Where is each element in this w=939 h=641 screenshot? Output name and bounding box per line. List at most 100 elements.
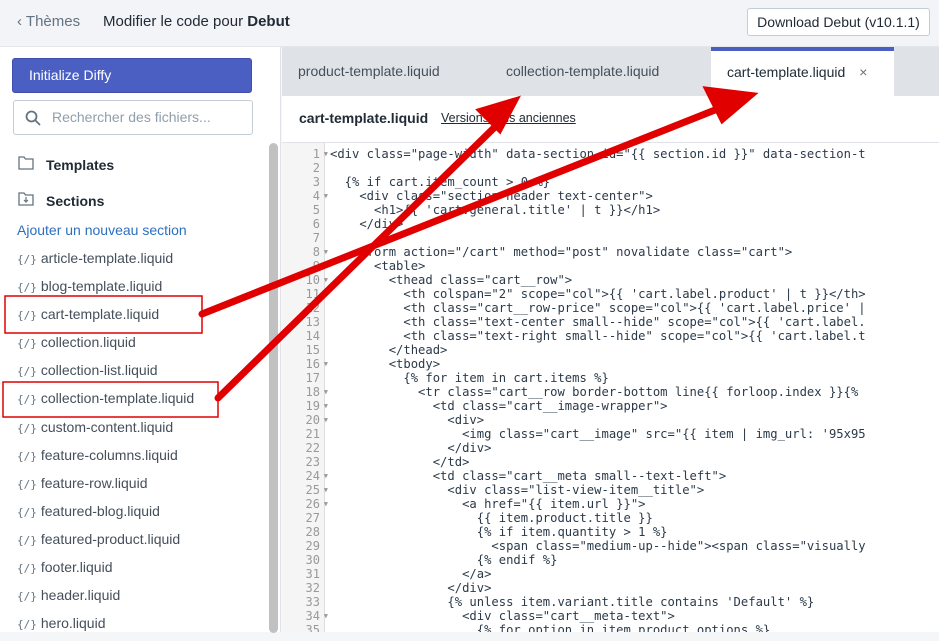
fold-arrow-icon[interactable]: ▼ (324, 483, 328, 497)
line-number: 10 ▼ (305, 273, 328, 287)
file-item[interactable]: {/} collection.liquid (17, 332, 194, 360)
file-item[interactable]: {/} cart-template.liquid (17, 304, 194, 332)
code-line: <tr class="cart__row border-bottom line{… (330, 385, 859, 399)
liquid-file-icon: {/} (17, 309, 37, 323)
tab-cart-template[interactable]: cart-template.liquid × (711, 47, 894, 96)
title-prefix: Modifier le code pour (103, 13, 248, 30)
line-number: 23 (305, 455, 320, 469)
code-line: </td> (330, 455, 470, 469)
code-line: <a href="{{ item.url }}"> (330, 497, 646, 511)
line-number: 4 ▼ (312, 189, 328, 203)
liquid-file-icon: {/} (17, 533, 37, 547)
add-section-link[interactable]: Ajouter un nouveau section (17, 222, 187, 238)
liquid-file-icon: {/} (17, 505, 37, 519)
code-line: </a> (330, 567, 492, 581)
code-line: <td class="cart__meta small--text-left"> (330, 469, 727, 483)
code-line: <h1>{{ 'cart.general.title' | t }}</h1> (330, 203, 661, 217)
close-icon[interactable]: × (859, 64, 867, 80)
code-line: </div> (330, 441, 492, 455)
file-item[interactable]: {/} hero.liquid (17, 613, 194, 641)
back-to-themes-link[interactable]: ‹ Thèmes (17, 13, 80, 30)
file-item[interactable]: {/} collection-list.liquid (17, 360, 194, 388)
liquid-file-icon: {/} (17, 618, 37, 632)
file-item[interactable]: {/} header.liquid (17, 585, 194, 613)
code-line: <td class="cart__image-wrapper"> (330, 399, 668, 413)
line-number: 26 ▼ (305, 497, 328, 511)
file-item[interactable]: {/} footer.liquid (17, 557, 194, 585)
file-item[interactable]: {/} featured-blog.liquid (17, 501, 194, 529)
folder-sections[interactable]: Sections (18, 192, 105, 209)
fold-arrow-icon[interactable]: ▼ (324, 469, 328, 483)
file-sidebar: Initialize Diffy Rechercher des fichiers… (0, 47, 281, 633)
liquid-file-icon: {/} (17, 590, 37, 604)
code-line: <th class="cart__row-price" scope="col">… (330, 301, 866, 315)
code-line: <div> (330, 413, 485, 427)
file-search-input[interactable]: Rechercher des fichiers... (13, 100, 253, 135)
tab-product-template[interactable]: product-template.liquid (298, 47, 440, 96)
file-item[interactable]: {/} blog-template.liquid (17, 276, 194, 304)
line-number: 21 (305, 427, 320, 441)
search-placeholder: Rechercher des fichiers... (52, 109, 211, 125)
code-line: <img class="cart__image" src="{{ item | … (330, 427, 866, 441)
editor-filename: cart-template.liquid (299, 110, 429, 126)
line-number: 34 ▼ (305, 609, 328, 623)
liquid-file-icon: {/} (17, 393, 37, 407)
fold-arrow-icon[interactable]: ▼ (324, 259, 328, 273)
code-line: <th class="text-right small--hide" scope… (330, 329, 866, 343)
fold-arrow-icon[interactable]: ▼ (324, 147, 328, 161)
back-label: Thèmes (25, 13, 81, 30)
initialize-diffy-button[interactable]: Initialize Diffy (12, 58, 252, 93)
file-label: header.liquid (40, 587, 121, 604)
file-label: featured-blog.liquid (40, 502, 160, 519)
file-label: collection.liquid (40, 334, 136, 351)
older-versions-link[interactable]: Versions plus anciennes (441, 111, 576, 125)
line-number: 1 ▼ (312, 147, 328, 161)
line-number: 17 (305, 371, 320, 385)
fold-arrow-icon[interactable]: ▼ (324, 357, 328, 371)
file-item[interactable]: {/} collection-template.liquid (17, 388, 194, 416)
line-number: 6 (312, 217, 320, 231)
fold-arrow-icon[interactable]: ▼ (324, 385, 328, 399)
tab-collection-template[interactable]: collection-template.liquid (506, 47, 659, 96)
line-number: 13 (305, 315, 320, 329)
folder-open-icon (18, 192, 34, 206)
file-item[interactable]: {/} custom-content.liquid (17, 417, 194, 445)
code-line: </div> (330, 217, 404, 231)
file-item[interactable]: {/} feature-columns.liquid (17, 445, 194, 473)
fold-arrow-icon[interactable]: ▼ (324, 273, 328, 287)
chevron-left-icon: ‹ (17, 13, 22, 30)
file-item[interactable]: {/} feature-row.liquid (17, 473, 194, 501)
line-number: 19 ▼ (305, 399, 328, 413)
line-number: 3 (312, 175, 320, 189)
file-label: article-template.liquid (40, 250, 174, 266)
page-title: Modifier le code pour Debut (103, 13, 290, 30)
download-theme-button[interactable]: Download Debut (v10.1.1) (747, 8, 930, 36)
folder-templates[interactable]: Templates (18, 156, 114, 173)
line-number: 8 ▼ (312, 245, 328, 259)
line-number: 22 (305, 441, 320, 455)
code-editor[interactable]: 1 ▼ 2 3 4 ▼ 5 6 7 8 ▼ 9 ▼ 10 ▼ 11 12 13 14 15 16 ▼ 17 18 ▼ 19 ▼ 20 ▼… (282, 143, 939, 632)
line-number: 5 (312, 203, 320, 217)
code-line: {% if item.quantity > 1 %} (330, 525, 668, 539)
fold-arrow-icon[interactable]: ▼ (324, 497, 328, 511)
fold-arrow-icon[interactable]: ▼ (324, 609, 328, 623)
code-line: {% for item in cart.items %} (330, 371, 609, 385)
file-item[interactable]: {/} featured-product.liquid (17, 529, 194, 557)
fold-arrow-icon[interactable]: ▼ (324, 413, 328, 427)
liquid-file-icon: {/} (17, 449, 37, 463)
line-number: 25 ▼ (305, 483, 328, 497)
fold-arrow-icon[interactable]: ▼ (324, 399, 328, 413)
liquid-file-icon: {/} (17, 365, 37, 379)
folder-label: Sections (46, 193, 105, 209)
line-number: 31 (305, 567, 320, 581)
fold-arrow-icon[interactable]: ▼ (324, 245, 328, 259)
file-list: {/} article-template.liquid {/} blog-templa… (17, 248, 194, 641)
line-number: 20 ▼ (305, 413, 328, 427)
file-label: collection-list.liquid (40, 362, 158, 379)
file-label: feature-columns.liquid (40, 446, 178, 463)
line-number: 27 (305, 511, 320, 525)
sidebar-scrollbar[interactable] (269, 143, 278, 633)
fold-arrow-icon[interactable]: ▼ (324, 189, 328, 203)
file-item[interactable]: {/} article-template.liquid (17, 248, 194, 276)
code-line: <div class="page-width" data-section-id=… (330, 147, 866, 161)
